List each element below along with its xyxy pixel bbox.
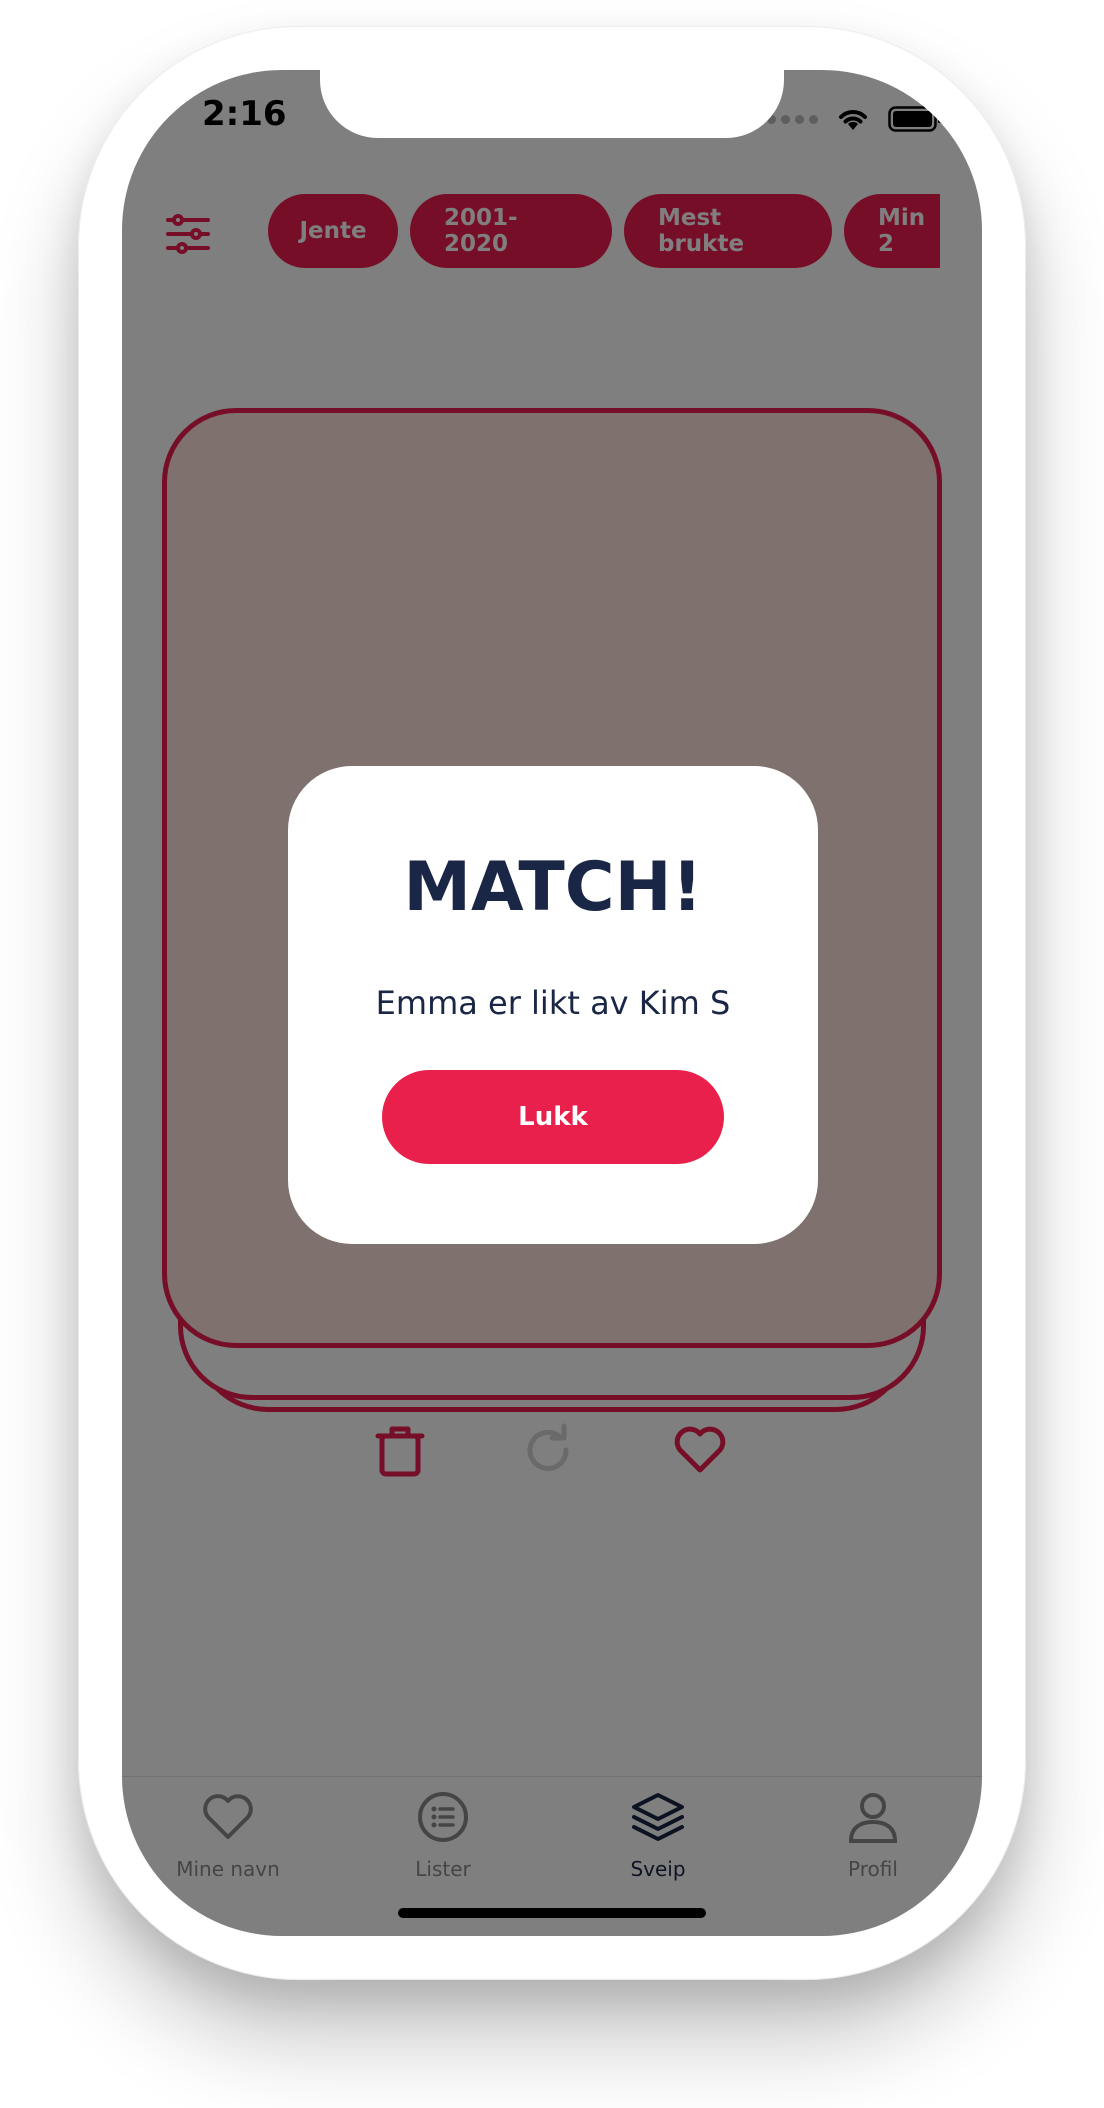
match-message: Emma er likt av Kim S: [375, 984, 731, 1022]
app-screen: 2:16 Jente 2001-2020: [122, 70, 982, 1936]
notch: [320, 70, 784, 138]
match-dialog: MATCH! Emma er likt av Kim S Lukk: [288, 766, 818, 1244]
home-indicator: [398, 1908, 706, 1918]
match-title: MATCH!: [403, 848, 703, 927]
device-mockup: 2:16 Jente 2001-2020: [0, 0, 1104, 2108]
close-button[interactable]: Lukk: [382, 1070, 724, 1164]
